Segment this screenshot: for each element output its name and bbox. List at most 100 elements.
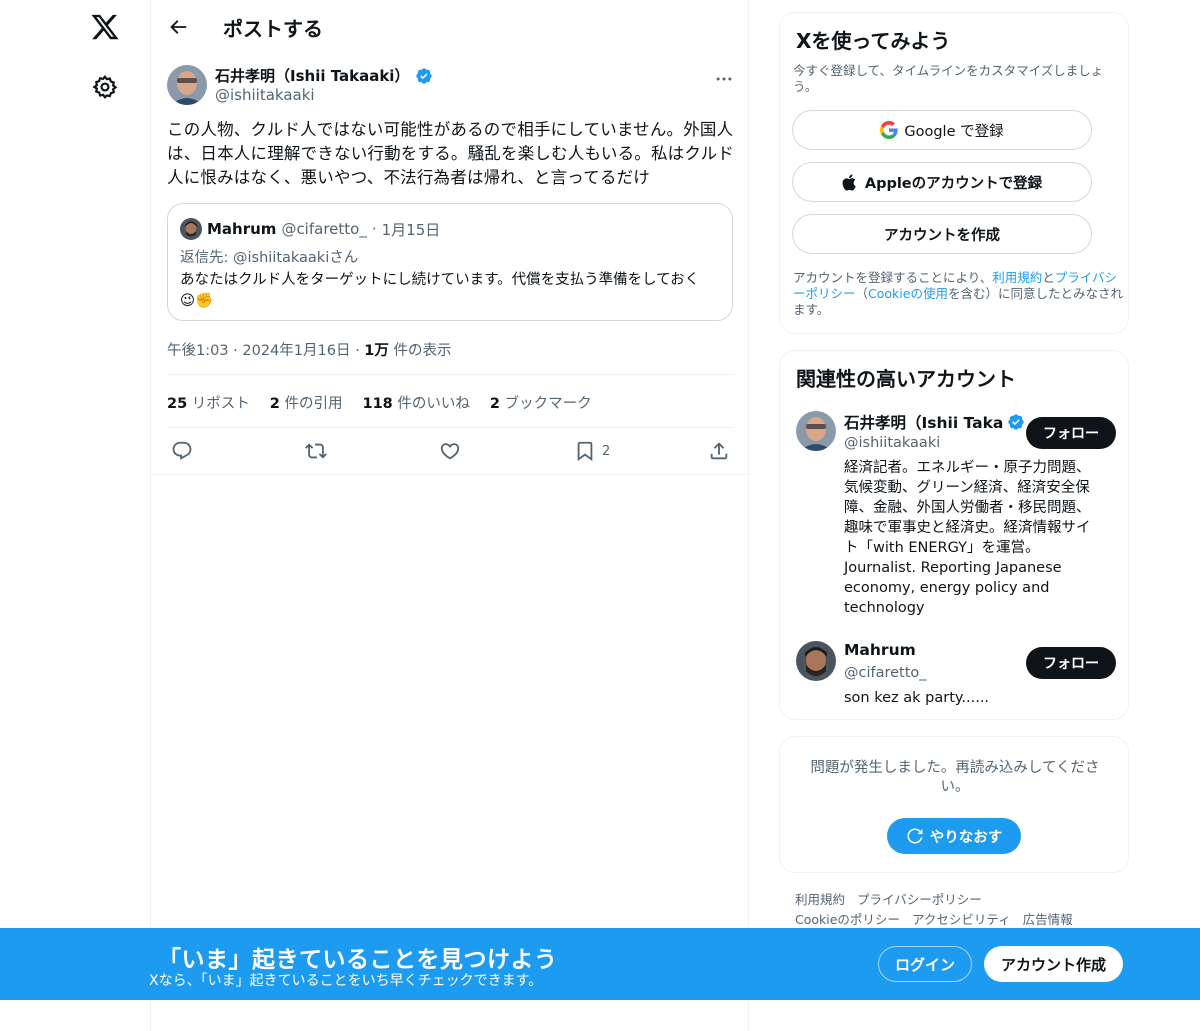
tweet-time[interactable]: 午後1:03 [167, 343, 229, 359]
views-count: 1万 [364, 343, 389, 359]
tweet-date[interactable]: 2024年1月16日 [242, 343, 350, 359]
create-account-button[interactable]: アカウントを作成 [792, 214, 1092, 254]
apple-icon [842, 173, 856, 191]
stat-reposts[interactable]: 25 リポスト [167, 392, 250, 413]
related-account-bio: 経済記者。エネルギー・原子力問題、気候変動、グリーン経済、経済安全保障、金融、外… [844, 460, 1091, 616]
x-logo-icon[interactable] [90, 12, 120, 42]
apple-signup-button[interactable]: Appleのアカウントで登録 [792, 162, 1092, 202]
avatar[interactable] [167, 65, 207, 105]
like-button[interactable] [439, 440, 461, 462]
terms-link[interactable]: 利用規約 [992, 270, 1042, 285]
repost-icon [305, 443, 327, 459]
quoted-text: あなたはクルド人をターゲットにし続けています。代償を支払う準備をしておく 😉✊ [180, 270, 725, 312]
back-arrow-icon[interactable] [167, 16, 189, 38]
banner-title: 「いま」起きていることを見つけよう [158, 947, 558, 973]
follow-button[interactable]: フォロー [1026, 647, 1116, 679]
related-account-name-text: 石井孝明（Ishii Taka [844, 414, 1004, 432]
avatar[interactable] [796, 641, 836, 681]
page-header: ポストする [151, 0, 748, 54]
footer-link-privacy[interactable]: プライバシーポリシー [857, 892, 982, 907]
quoted-tweet[interactable]: Mahrum @cifaretto_ · 1月15日 返信先: @ishiita… [167, 203, 733, 321]
tweet-meta: 午後1:03 · 2024年1月16日 · 1万 件の表示 [167, 339, 452, 360]
gear-icon[interactable] [92, 74, 118, 100]
stat-quotes[interactable]: 2 件の引用 [270, 392, 343, 413]
google-icon [880, 121, 898, 139]
error-message: 問題が発生しました。再読み込みしてください。 [810, 760, 1100, 795]
more-options-icon[interactable] [714, 69, 734, 89]
stat-bookmarks[interactable]: 2 ブックマーク [490, 392, 592, 413]
stat-likes[interactable]: 118 件のいいね [363, 392, 470, 413]
apple-signup-label: Appleのアカウントで登録 [864, 175, 1043, 192]
quoted-name: Mahrum [207, 220, 277, 238]
footer-link-cookie[interactable]: Cookieのポリシー [795, 912, 900, 927]
terms-text: アカウントを登録することにより、利用規約とプライバシーポリシー（Cookieの使… [793, 270, 1123, 318]
author-handle[interactable]: @ishiitakaaki [215, 86, 315, 104]
quotes-count: 2 [269, 396, 280, 412]
login-button[interactable]: ログイン [878, 946, 972, 982]
related-title: 関連性の高いアカウント [796, 367, 1016, 391]
quoted-text-emoji: 😉✊ [180, 293, 214, 309]
terms-prefix: アカウントを登録することにより、 [793, 270, 993, 285]
bookmark-button[interactable]: 2 [574, 440, 610, 462]
page-title: ポストする [223, 17, 323, 41]
refresh-icon [907, 828, 923, 844]
terms-paren: （ [855, 286, 869, 301]
signup-title: Xを使ってみよう [796, 29, 951, 53]
heart-icon [440, 443, 460, 460]
reposts-count: 25 [167, 396, 188, 412]
share-button[interactable] [708, 440, 730, 462]
related-account-handle: @ishiitakaaki [844, 435, 941, 451]
reply-icon [172, 441, 192, 460]
signup-card: Xを使ってみよう 今すぐ登録して、タイムラインをカスタマイズしましょう。 Goo… [779, 12, 1129, 334]
footer-link-accessibility[interactable]: アクセシビリティ [912, 912, 1011, 927]
related-accounts-card: 関連性の高いアカウント 石井孝明（Ishii Taka @ishiitakaak… [779, 350, 1129, 720]
avatar[interactable] [796, 411, 836, 451]
main-column: ポストする 石井孝明（Ishii Takaaki） @ishiitakaaki … [150, 0, 750, 1031]
quoted-text-body: あなたはクルド人をターゲットにし続けています。代償を支払う準備をしておく [180, 272, 700, 288]
related-account[interactable]: Mahrum @cifaretto_ son kez ak party.....… [796, 641, 1116, 711]
quoted-date: 1月15日 [381, 220, 441, 239]
bookmarks-label: ブックマーク [504, 396, 592, 412]
quoted-handle: @cifaretto_ [281, 220, 367, 238]
retry-label: やりなおす [929, 829, 1003, 846]
views-label: 件の表示 [393, 343, 452, 359]
bookmarks-count: 2 [489, 396, 500, 412]
left-nav [0, 0, 150, 1031]
reposts-label: リポスト [191, 396, 250, 412]
quoted-avatar [180, 218, 202, 240]
tweet-text: この人物、クルド人ではない可能性があるので相手にしていません。外国人は、日本人に… [167, 120, 734, 187]
signup-button[interactable]: アカウント作成 [984, 946, 1123, 982]
repost-button[interactable] [304, 440, 328, 462]
related-account-name: 石井孝明（Ishii Taka [844, 411, 1025, 433]
tweet-author: 石井孝明（Ishii Takaaki） @ishiitakaaki [167, 65, 734, 107]
google-signup-button[interactable]: Google で登録 [792, 110, 1092, 150]
author-name[interactable]: 石井孝明（Ishii Takaaki） [215, 65, 433, 86]
cookie-link[interactable]: Cookieの使用 [868, 286, 948, 301]
related-account-name: Mahrum [844, 641, 916, 659]
create-account-label: アカウントを作成 [884, 227, 1000, 244]
author-name-text: 石井孝明（Ishii Takaaki） [215, 67, 410, 85]
related-account-bio: son kez ak party...... [844, 690, 990, 706]
likes-label: 件のいいね [397, 396, 470, 412]
meta-separator: · [233, 343, 238, 359]
footer-link-terms[interactable]: 利用規約 [795, 892, 845, 907]
divider [151, 474, 750, 475]
meta-separator: · [355, 343, 360, 359]
related-account-handle: @cifaretto_ [844, 665, 927, 681]
likes-count: 118 [362, 396, 393, 412]
footer-link-ads[interactable]: 広告情報 [1023, 912, 1073, 927]
google-signup-label: Google で登録 [904, 123, 1004, 140]
follow-button[interactable]: フォロー [1026, 417, 1116, 449]
divider [167, 374, 734, 375]
bookmark-icon [577, 441, 593, 462]
reply-button[interactable] [171, 440, 193, 462]
signup-subtitle: 今すぐ登録して、タイムラインをカスタマイズしましょう。 [793, 63, 1104, 94]
footer-links: 利用規約 プライバシーポリシー Cookieのポリシー アクセシビリティ 広告情報 [795, 890, 1115, 930]
related-account[interactable]: 石井孝明（Ishii Taka @ishiitakaaki 経済記者。エネルギー… [796, 411, 1116, 621]
banner-subtitle: Xなら、「いま」起きていることをいち早くチェックできます。 [149, 973, 543, 989]
tweet-actions: 2 [151, 428, 750, 474]
retry-button[interactable]: やりなおす [887, 818, 1021, 854]
quoted-separator: · [371, 220, 377, 238]
verified-badge-icon [1008, 414, 1025, 430]
share-icon [710, 442, 728, 460]
